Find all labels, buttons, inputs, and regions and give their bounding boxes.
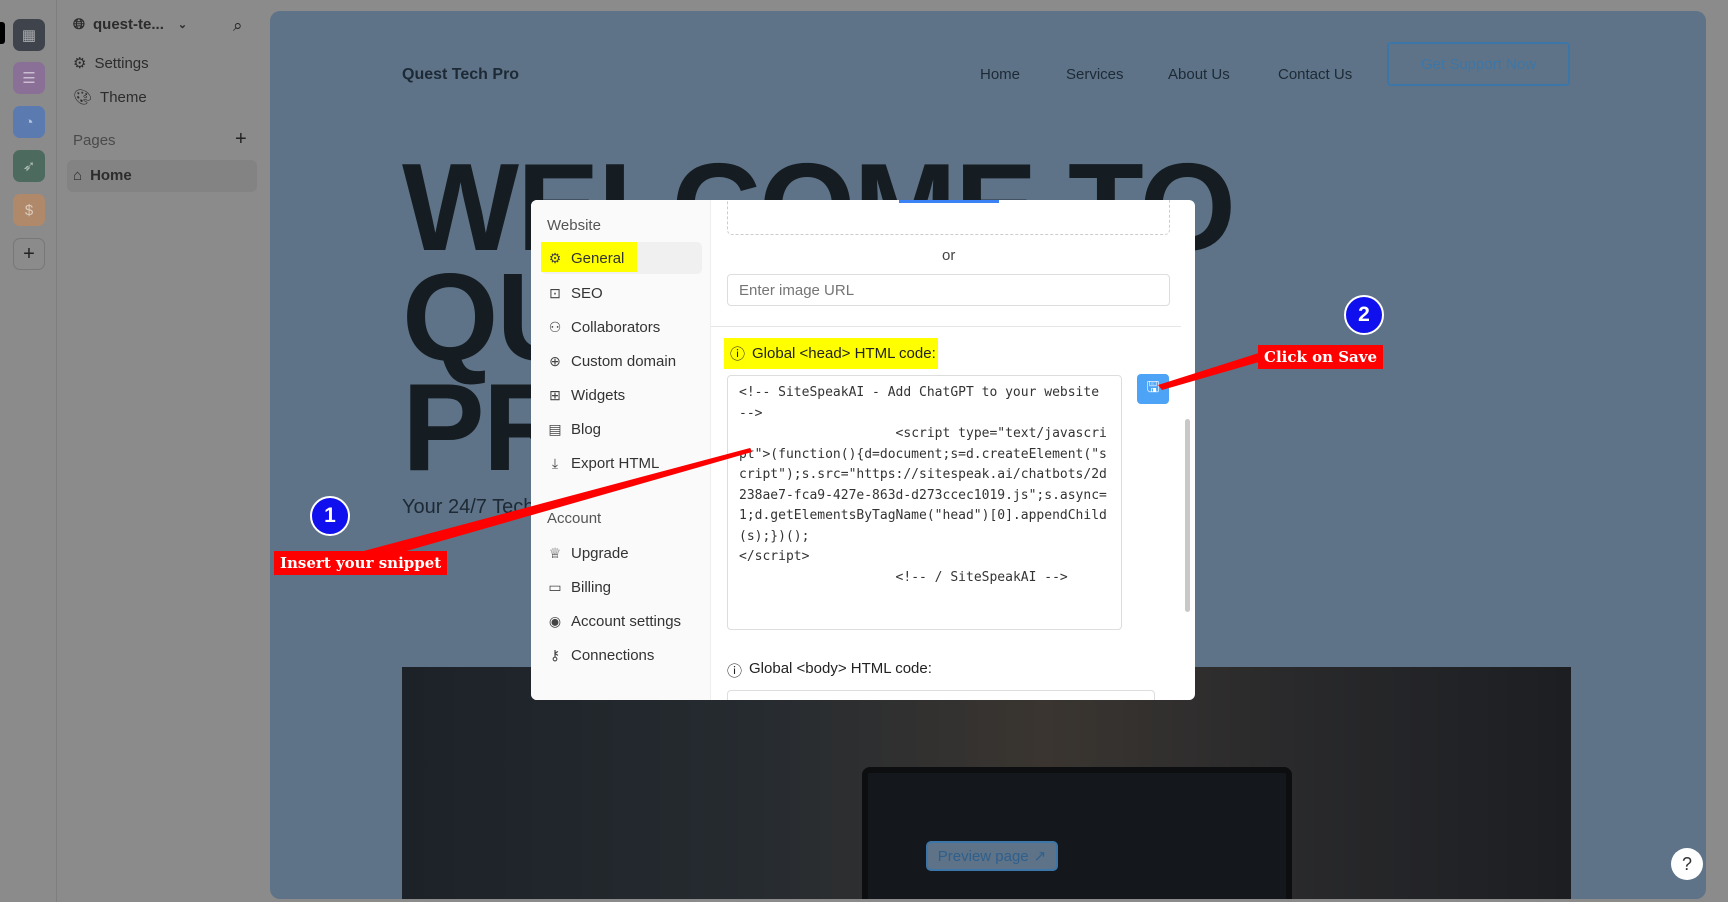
step-2-label: Click on Save: [1258, 345, 1384, 369]
arrow-step-1: [360, 448, 752, 562]
step-1-badge: 1: [310, 496, 350, 536]
annotation-arrows: [360, 352, 1266, 562]
step-1-label: Insert your snippet: [274, 551, 448, 575]
arrow-step-2: [1158, 352, 1266, 390]
step-2-badge: 2: [1344, 295, 1384, 335]
